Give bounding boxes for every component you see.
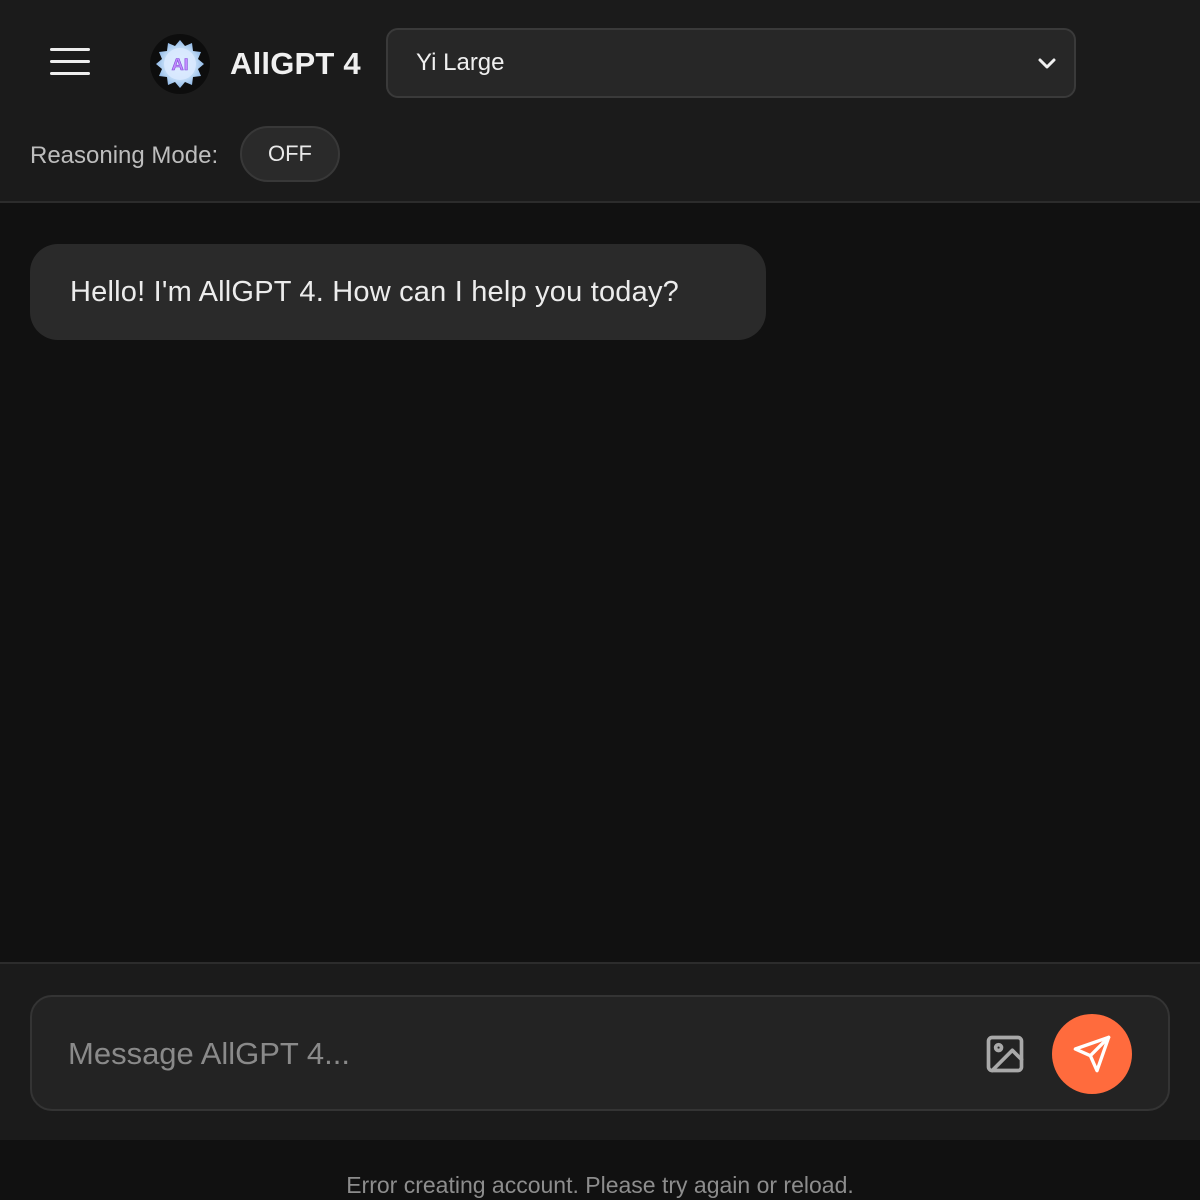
send-button[interactable]: [1052, 1014, 1132, 1094]
app-root: AI AllGPT 4 Yi Large Reasoning Mode: OFF…: [0, 0, 1200, 1200]
message-composer: [30, 995, 1170, 1111]
send-icon: [1073, 1035, 1111, 1073]
model-select[interactable]: Yi Large: [386, 28, 1076, 98]
message-input[interactable]: [68, 1027, 948, 1081]
logo-text: AI: [172, 55, 189, 74]
image-icon[interactable]: [982, 1031, 1028, 1077]
composer-area: [0, 962, 1200, 1140]
chevron-down-icon: [1038, 58, 1056, 69]
app-title: AllGPT 4: [230, 46, 361, 81]
reasoning-mode-label: Reasoning Mode:: [30, 142, 219, 169]
app-logo: AI: [150, 34, 210, 94]
hamburger-menu-icon[interactable]: [44, 38, 96, 84]
chat-area: Hello! I'm AllGPT 4. How can I help you …: [0, 205, 1200, 962]
top-header: AI AllGPT 4 Yi Large Reasoning Mode: OFF: [0, 0, 1200, 203]
error-message: Error creating account. Please try again…: [346, 1172, 854, 1198]
logo-badge-icon: AI: [156, 40, 204, 88]
reasoning-mode-toggle[interactable]: OFF: [240, 126, 340, 182]
assistant-message: Hello! I'm AllGPT 4. How can I help you …: [30, 244, 766, 340]
model-select-value: Yi Large: [416, 49, 505, 76]
